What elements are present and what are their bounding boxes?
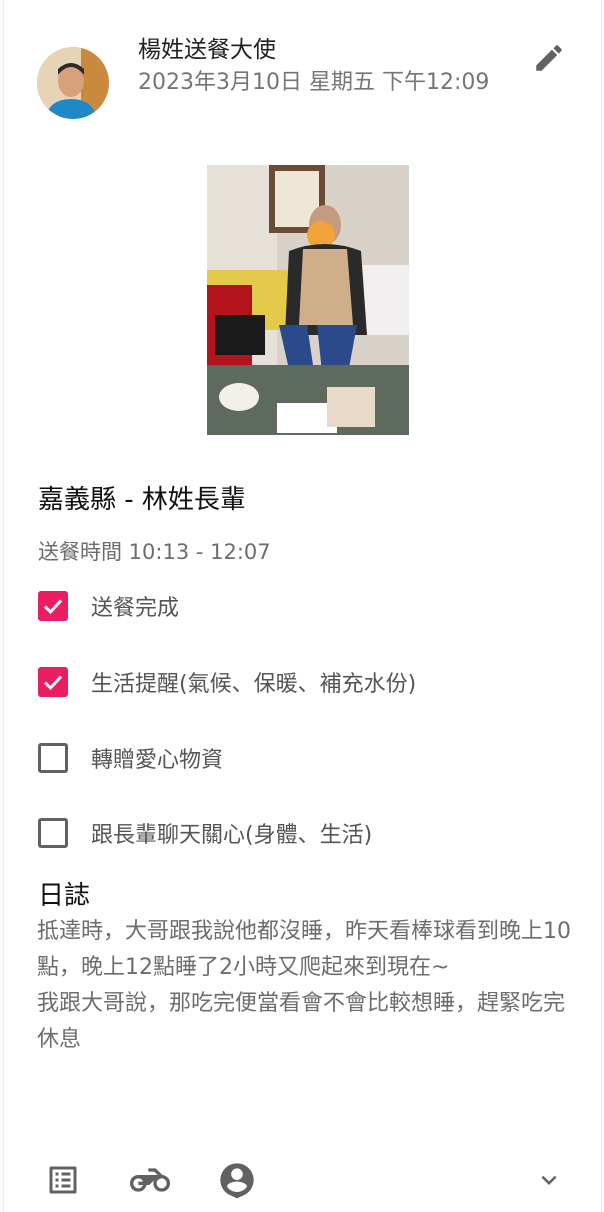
task-label: 轉贈愛心物資 xyxy=(91,748,224,773)
edit-button[interactable] xyxy=(527,36,571,80)
account-pin-icon xyxy=(220,1163,254,1199)
motorcycle-icon xyxy=(130,1168,170,1192)
chevron-down-icon xyxy=(541,1175,557,1185)
expand-button[interactable] xyxy=(529,1160,569,1200)
checkbox-unchecked[interactable] xyxy=(38,743,68,773)
task-label: 生活提醒(氣候、保暖、補充水份) xyxy=(91,672,417,697)
task-chat-care[interactable]: 跟長輩聊天關心(身體、生活) xyxy=(38,815,372,851)
checkbox-unchecked[interactable] xyxy=(38,818,68,848)
pencil-icon xyxy=(536,45,562,71)
author-name: 楊姓送餐大使 xyxy=(138,37,276,63)
log-title: 日誌 xyxy=(38,881,91,911)
task-label: 送餐完成 xyxy=(91,596,180,621)
checkbox-checked[interactable] xyxy=(38,591,68,621)
delivery-photo[interactable] xyxy=(207,165,409,435)
task-life-reminder[interactable]: 生活提醒(氣候、保暖、補充水份) xyxy=(38,664,416,700)
recipient-title: 嘉義縣 - 林姓長輩 xyxy=(38,485,246,515)
post-card: 楊姓送餐大使 2023年3月10日 星期五 下午12:09 嘉義縣 - 林姓長輩… xyxy=(3,0,602,1212)
post-timestamp: 2023年3月10日 星期五 下午12:09 xyxy=(138,70,490,95)
check-icon xyxy=(43,599,63,615)
task-meal-delivered[interactable]: 送餐完成 xyxy=(38,588,179,624)
log-body: 抵達時，大哥跟我說他都沒睡，昨天看棒球看到晚上10點，晚上12點睡了2小時又爬起… xyxy=(37,919,571,1052)
task-donate-supplies[interactable]: 轉贈愛心物資 xyxy=(38,740,223,776)
list-icon xyxy=(49,1166,77,1194)
profile-button[interactable] xyxy=(217,1160,257,1200)
delivery-time: 送餐時間 10:13 - 12:07 xyxy=(38,540,271,564)
checkbox-checked[interactable] xyxy=(38,667,68,697)
list-button[interactable] xyxy=(43,1160,83,1200)
delivery-button[interactable] xyxy=(130,1160,170,1200)
avatar[interactable] xyxy=(37,47,109,119)
task-label: 跟長輩聊天關心(身體、生活) xyxy=(91,823,373,848)
check-icon xyxy=(43,675,63,691)
